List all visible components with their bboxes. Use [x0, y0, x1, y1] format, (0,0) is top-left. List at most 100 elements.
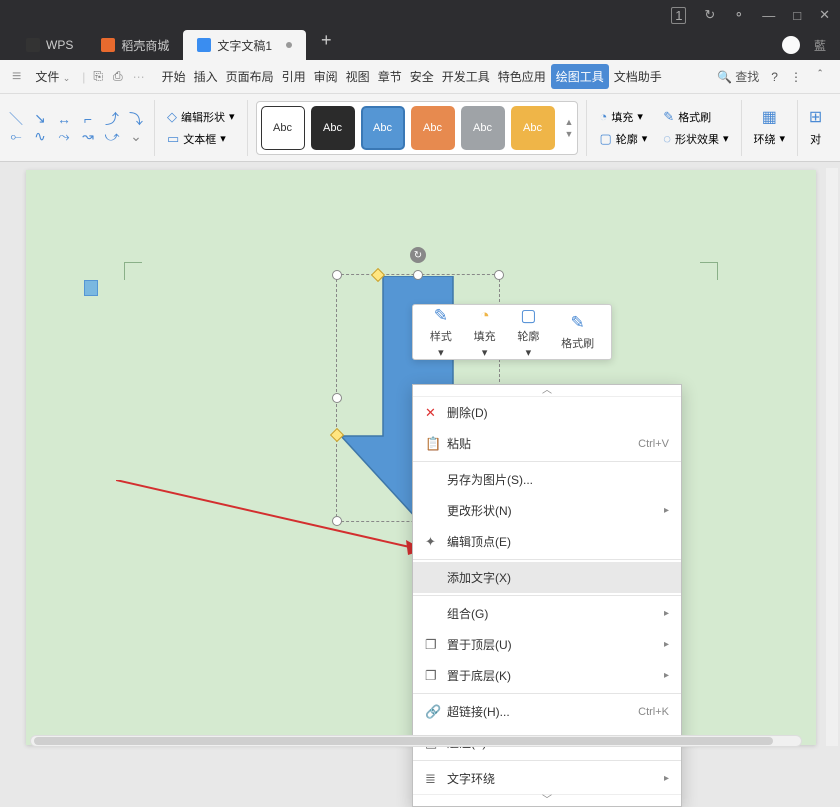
mini-outline[interactable]: ▢轮廓 ▾ — [517, 306, 539, 359]
margin-mark-tl — [124, 262, 142, 280]
rotate-handle[interactable]: ↻ — [410, 247, 426, 263]
line-tool-more[interactable]: ⌄ — [126, 129, 146, 145]
minimize-icon[interactable]: — — [762, 8, 775, 23]
fill-button[interactable]: ◔填充 ▾ — [595, 107, 651, 127]
line-tool-9[interactable]: ⤳ — [54, 129, 74, 145]
ctx-send-back[interactable]: ❐置于底层(K)▸ — [413, 660, 681, 691]
search-button[interactable]: 🔍 查找 — [717, 68, 759, 85]
mini-brush[interactable]: ✎格式刷 — [561, 313, 594, 351]
rtab-chapter[interactable]: 章节 — [375, 64, 405, 89]
adjust-handle-2[interactable] — [330, 428, 344, 442]
menu-icon[interactable]: ⚬ — [733, 7, 744, 23]
wrap-button[interactable]: 环绕 ▾ — [750, 129, 790, 149]
tab-docer[interactable]: 稻壳商城 — [87, 30, 183, 60]
rtab-start[interactable]: 开始 — [159, 64, 189, 89]
mini-brush-icon: ✎ — [571, 313, 585, 333]
edit-shape-icon: ◇ — [167, 109, 177, 125]
shape-effect-button[interactable]: ◌形状效果 ▾ — [659, 129, 732, 149]
collapse-ribbon[interactable]: ＾ — [814, 68, 826, 85]
textbox-button[interactable]: ▭文本框 ▾ — [163, 129, 239, 149]
paste-icon: 📋 — [425, 436, 447, 452]
save-icon[interactable]: ⎘ — [89, 69, 107, 84]
help-button[interactable]: ? — [771, 70, 778, 84]
rtab-insert[interactable]: 插入 — [191, 64, 221, 89]
align-icon: ⊞ — [809, 107, 822, 127]
line-tool-10[interactable]: ↝ — [78, 129, 98, 145]
mini-style[interactable]: ✎样式 ▾ — [430, 306, 452, 359]
rtab-security[interactable]: 安全 — [407, 64, 437, 89]
ctx-group[interactable]: 组合(G)▸ — [413, 598, 681, 629]
handle-tr[interactable] — [494, 270, 504, 280]
handle-tm[interactable] — [413, 270, 423, 280]
format-brush-button[interactable]: ✎格式刷 — [659, 107, 732, 127]
rtab-devtools[interactable]: 开发工具 — [439, 64, 493, 89]
tab-add[interactable]: + — [306, 30, 347, 60]
undo-icon[interactable]: ⋯ — [129, 70, 149, 84]
handle-tl[interactable] — [332, 270, 342, 280]
counter-icon: 1 — [671, 7, 686, 24]
wrap-icon: ▦ — [762, 107, 777, 127]
rtab-review[interactable]: 审阅 — [311, 64, 341, 89]
mini-fill[interactable]: ◔填充 ▾ — [474, 306, 496, 359]
adjust-handle-1[interactable] — [371, 268, 385, 282]
align-button[interactable]: 对 — [806, 129, 825, 149]
ctx-delete[interactable]: ✕删除(D) — [413, 397, 681, 428]
line-tool-11[interactable]: ⤻ — [102, 129, 122, 145]
close-icon[interactable]: ✕ — [819, 7, 830, 23]
hamburger-icon[interactable]: ≡ — [8, 68, 25, 86]
tab-docer-label: 稻壳商城 — [121, 37, 169, 54]
gallery-down[interactable]: ▼ — [565, 129, 574, 139]
line-tool-1[interactable]: ＼ — [6, 111, 26, 127]
handle-ml[interactable] — [332, 393, 342, 403]
style-swatch-1[interactable]: Abc — [261, 106, 305, 150]
avatar[interactable] — [782, 36, 800, 54]
rtab-layout[interactable]: 页面布局 — [223, 64, 277, 89]
ctx-save-img[interactable]: 另存为图片(S)... — [413, 464, 681, 495]
line-tool-4[interactable]: ⌐ — [78, 111, 98, 127]
file-menu[interactable]: 文件 ⌄ — [27, 64, 78, 89]
outline-button[interactable]: ▢轮廓 ▾ — [595, 129, 651, 149]
line-tool-2[interactable]: ↘ — [30, 111, 50, 127]
handle-bl[interactable] — [332, 516, 342, 526]
canvas[interactable]: ↻ ✎样式 ▾ ◔填充 ▾ ▢轮廓 ▾ ✎格式刷 ︿ ✕删除(D) 📋粘贴Ctr… — [12, 162, 826, 750]
rtab-reference[interactable]: 引用 — [279, 64, 309, 89]
ctx-scroll-down[interactable]: ﹀ — [413, 794, 681, 806]
ctx-change-shape[interactable]: 更改形状(N)▸ — [413, 495, 681, 526]
back-icon: ❐ — [425, 668, 447, 684]
style-swatch-6[interactable]: Abc — [511, 106, 555, 150]
horizontal-scrollbar[interactable] — [30, 735, 802, 747]
style-swatch-4[interactable]: Abc — [411, 106, 455, 150]
maximize-icon[interactable]: □ — [793, 8, 801, 23]
rtab-view[interactable]: 视图 — [343, 64, 373, 89]
line-tool-3[interactable]: ↔ — [54, 111, 74, 127]
edit-shape-button[interactable]: ◇编辑形状 ▾ — [163, 107, 239, 127]
gallery-up[interactable]: ▲ — [565, 117, 574, 127]
paragraph-icon[interactable] — [84, 280, 98, 296]
line-tool-5[interactable]: ⤴ — [102, 111, 122, 127]
tab-wps[interactable]: WPS — [12, 30, 87, 60]
tab-document[interactable]: 文字文稿1 — [183, 30, 306, 60]
vertical-scrollbar[interactable] — [826, 168, 838, 746]
front-icon: ❐ — [425, 637, 447, 653]
rtab-special[interactable]: 特色应用 — [495, 64, 549, 89]
ctx-edit-vertex[interactable]: ✦编辑顶点(E) — [413, 526, 681, 557]
rtab-drawtools[interactable]: 绘图工具 — [551, 64, 609, 89]
style-swatch-5[interactable]: Abc — [461, 106, 505, 150]
line-tool-8[interactable]: ∿ — [30, 129, 50, 145]
line-tool-6[interactable]: ⤵ — [126, 111, 146, 127]
docer-icon — [101, 38, 115, 52]
sync-icon[interactable]: ↻ — [704, 7, 715, 23]
more-button[interactable]: ⋮ — [790, 70, 802, 84]
doc-icon — [197, 38, 211, 52]
style-swatch-3[interactable]: Abc — [361, 106, 405, 150]
print-icon[interactable]: ⎙ — [109, 69, 127, 84]
modified-dot-icon — [286, 42, 292, 48]
ctx-hyperlink[interactable]: 🔗超链接(H)...Ctrl+K — [413, 696, 681, 727]
ctx-paste[interactable]: 📋粘贴Ctrl+V — [413, 428, 681, 459]
ctx-scroll-up[interactable]: ︿ — [413, 385, 681, 397]
rtab-dochelper[interactable]: 文档助手 — [611, 64, 665, 89]
style-swatch-2[interactable]: Abc — [311, 106, 355, 150]
line-tool-7[interactable]: ⟜ — [6, 129, 26, 145]
ctx-bring-front[interactable]: ❐置于顶层(U)▸ — [413, 629, 681, 660]
ctx-add-text[interactable]: 添加文字(X) — [413, 562, 681, 593]
